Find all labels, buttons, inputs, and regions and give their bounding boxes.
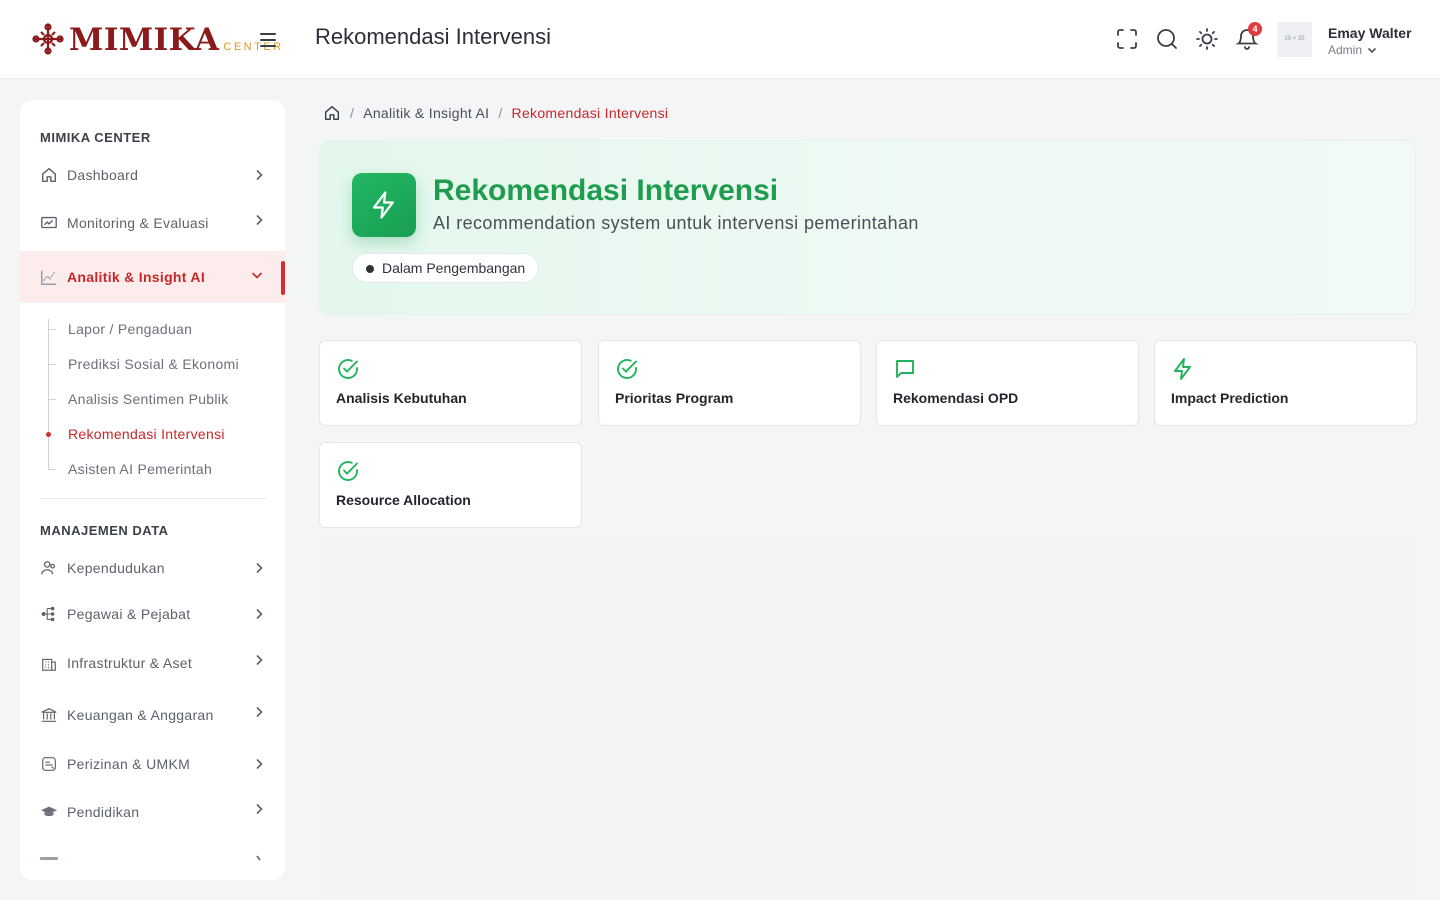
chart-icon xyxy=(41,270,57,285)
sidebar-item-pendidikan[interactable]: Pendidikan xyxy=(20,790,285,834)
sidebar-item-perizinan[interactable]: Perizinan & UMKM xyxy=(20,742,285,786)
sidebar-item-label: Monitoring & Evaluasi xyxy=(67,215,209,231)
content-area xyxy=(319,540,1416,900)
chevron-right-icon xyxy=(256,169,263,181)
sidebar-item-label: Pegawai & Pejabat xyxy=(67,606,191,622)
submenu-item-sentimen[interactable]: Analisis Sentimen Publik xyxy=(48,388,278,412)
feature-card-label: Prioritas Program xyxy=(615,390,734,406)
sidebar-item-label: Pendidikan xyxy=(67,804,140,820)
sidebar-item-keuangan[interactable]: Keuangan & Anggaran xyxy=(20,693,285,737)
breadcrumb-parent[interactable]: Analitik & Insight AI xyxy=(363,105,489,121)
brand-name: MIMIKA xyxy=(69,22,220,58)
feature-card-label: Rekomendasi OPD xyxy=(893,390,1019,406)
status-dot xyxy=(366,265,374,273)
submenu-item-label: Rekomendasi Intervensi xyxy=(68,426,225,442)
feature-card-label: Resource Allocation xyxy=(336,492,471,508)
breadcrumb-current: Rekomendasi Intervensi xyxy=(511,105,669,121)
submenu-item-asisten[interactable]: Asisten AI Pemerintah xyxy=(48,458,278,482)
page-title: Rekomendasi Intervensi xyxy=(315,24,552,49)
fullscreen-icon[interactable] xyxy=(1115,27,1139,51)
user-name[interactable]: Emay Walter xyxy=(1328,25,1412,41)
chevron-right-icon xyxy=(256,803,263,815)
user-role-dropdown[interactable]: Admin xyxy=(1328,43,1378,57)
sidebar: MIMIKA CENTER Dashboard Monitoring & Eva… xyxy=(20,100,285,880)
hero-icon-tile xyxy=(352,173,416,237)
sidebar-section-title: MANAJEMEN DATA xyxy=(40,523,169,538)
active-dot xyxy=(46,432,51,437)
check-circle-icon xyxy=(338,461,358,481)
chevron-right-icon xyxy=(256,214,263,226)
hero-title: Rekomendasi Intervensi xyxy=(433,174,779,207)
user-role-label: Admin xyxy=(1328,43,1363,57)
sidebar-item-monitoring[interactable]: Monitoring & Evaluasi xyxy=(20,201,285,245)
search-icon[interactable] xyxy=(1155,27,1179,51)
check-circle-icon xyxy=(617,359,637,379)
building-icon xyxy=(42,658,56,671)
sidebar-section-title: MIMIKA CENTER xyxy=(40,130,151,145)
submenu-item-prediksi[interactable]: Prediksi Sosial & Ekonomi xyxy=(48,353,278,377)
bank-icon xyxy=(41,708,57,722)
sidebar-item-infrastruktur[interactable]: Infrastruktur & Aset xyxy=(20,641,285,685)
breadcrumb: / Analitik & Insight AI / Rekomendasi In… xyxy=(323,104,668,122)
sidebar-item-analitik[interactable]: Analitik & Insight AI xyxy=(20,251,285,303)
submenu-item-lapor[interactable]: Lapor / Pengaduan xyxy=(48,318,278,342)
feature-card-rekomendasi-opd[interactable]: Rekomendasi OPD xyxy=(876,340,1139,426)
license-icon xyxy=(42,757,56,771)
feature-card-resource-allocation[interactable]: Resource Allocation xyxy=(319,442,582,528)
status-badge: Dalam Pengembangan xyxy=(352,253,540,283)
sidebar-item-label: Infrastruktur & Aset xyxy=(67,655,193,671)
home-icon[interactable] xyxy=(323,104,341,122)
chevron-right-icon xyxy=(256,706,263,718)
submenu-item-label: Asisten AI Pemerintah xyxy=(68,461,213,477)
sidebar-item-label: Keuangan & Anggaran xyxy=(67,707,214,723)
hero-banner: Rekomendasi Intervensi AI recommendation… xyxy=(319,140,1416,315)
sidebar-item-dashboard[interactable]: Dashboard xyxy=(20,153,285,197)
feature-card-label: Impact Prediction xyxy=(1171,390,1289,406)
feature-card-label: Analisis Kebutuhan xyxy=(336,390,467,406)
active-indicator xyxy=(281,261,285,295)
chevron-right-icon xyxy=(256,758,263,770)
lightning-icon xyxy=(1174,358,1191,380)
chevron-right-icon xyxy=(256,654,263,666)
submenu-item-rekomendasi[interactable]: Rekomendasi Intervensi xyxy=(46,423,278,447)
chevron-right-icon xyxy=(256,562,263,574)
users-icon xyxy=(41,561,56,575)
monitor-icon xyxy=(41,216,57,229)
sidebar-item-label: Kependudukan xyxy=(67,560,165,576)
logo-emblem-icon xyxy=(32,23,64,55)
chevron-right-icon xyxy=(256,608,263,620)
chevron-down-icon xyxy=(251,272,263,279)
submenu-item-label: Prediksi Sosial & Ekonomi xyxy=(68,356,239,372)
theme-sun-icon[interactable] xyxy=(1195,27,1219,51)
submenu-item-label: Analisis Sentimen Publik xyxy=(68,391,229,407)
lightning-icon xyxy=(372,191,394,219)
top-header: MIMIKA CENTER Rekomendasi Intervensi 4 3… xyxy=(0,0,1440,79)
sidebar-item-label: Dashboard xyxy=(67,167,139,183)
feature-card-impact-prediction[interactable]: Impact Prediction xyxy=(1154,340,1417,426)
hero-subtitle: AI recommendation system untuk intervens… xyxy=(433,213,919,233)
home-icon xyxy=(41,167,57,183)
submenu-item-label: Lapor / Pengaduan xyxy=(68,321,193,337)
check-circle-icon xyxy=(338,359,358,379)
sidebar-item-label: Perizinan & UMKM xyxy=(67,756,191,772)
graduation-cap-icon xyxy=(40,806,58,817)
menu-toggle-button[interactable] xyxy=(259,30,281,50)
chevron-right-icon xyxy=(256,855,261,861)
notification-badge: 4 xyxy=(1248,22,1262,36)
org-chart-icon xyxy=(41,606,55,622)
sidebar-item-partial xyxy=(40,857,58,860)
chevron-down-icon xyxy=(1367,47,1377,54)
sidebar-item-pegawai[interactable]: Pegawai & Pejabat xyxy=(20,592,285,636)
breadcrumb-separator: / xyxy=(350,105,355,121)
sidebar-divider xyxy=(40,498,266,499)
avatar[interactable]: 35 × 35 xyxy=(1277,22,1312,57)
sidebar-item-kependudukan[interactable]: Kependudukan xyxy=(20,546,285,590)
status-label: Dalam Pengembangan xyxy=(382,260,526,276)
breadcrumb-separator: / xyxy=(498,105,503,121)
message-icon xyxy=(896,360,914,378)
feature-card-prioritas-program[interactable]: Prioritas Program xyxy=(598,340,861,426)
feature-card-analisis-kebutuhan[interactable]: Analisis Kebutuhan xyxy=(319,340,582,426)
brand-logo[interactable]: MIMIKA CENTER xyxy=(31,22,284,56)
sidebar-item-label: Analitik & Insight AI xyxy=(67,269,206,285)
